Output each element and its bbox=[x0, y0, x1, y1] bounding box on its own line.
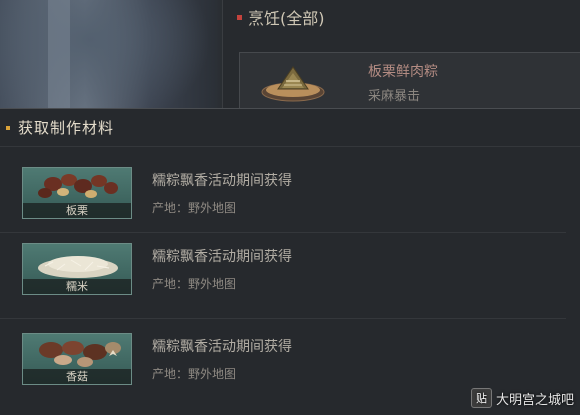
watermark-badge: 贴 bbox=[470, 388, 492, 408]
panel-header: 获取制作材料 bbox=[0, 109, 580, 147]
material-source: 糯粽飘香活动期间获得 bbox=[152, 249, 292, 265]
cooking-panel: 烹饪(全部) 板栗鲜肉粽 采麻暴击 bbox=[222, 0, 580, 110]
bullet-icon bbox=[6, 125, 10, 130]
recipe-subtitle: 采麻暴击 bbox=[368, 89, 421, 104]
glutinous-rice-icon bbox=[38, 256, 118, 278]
material-source: 糯粽飘香活动期间获得 bbox=[152, 173, 292, 189]
material-source: 糯粽飘香活动期间获得 bbox=[152, 339, 292, 355]
material-origin: 产地：野外地图 bbox=[152, 201, 237, 215]
material-name: 香菇 bbox=[23, 369, 131, 384]
cooking-title[interactable]: 烹饪(全部) bbox=[237, 5, 325, 29]
material-row-chestnut[interactable]: 板栗 糯粽飘香活动期间获得 产地：野外地图 bbox=[0, 147, 566, 233]
material-thumbnail[interactable]: 糯米 bbox=[22, 243, 132, 295]
material-name: 糯米 bbox=[23, 279, 131, 294]
recipe-card[interactable]: 板栗鲜肉粽 采麻暴击 bbox=[239, 52, 580, 110]
panel-title: 获取制作材料 bbox=[18, 119, 115, 137]
material-origin: 产地：野外地图 bbox=[152, 277, 237, 291]
watermark-text: 大明宫之城吧 bbox=[495, 392, 574, 408]
chestnut-icon bbox=[38, 174, 118, 198]
watermark: 贴 大明宫之城吧 bbox=[470, 387, 574, 409]
background-pillar bbox=[48, 0, 70, 115]
shiitake-mushroom-icon bbox=[39, 341, 121, 367]
game-screen: 烹饪(全部) 板栗鲜肉粽 采麻暴击 获取制作材料 板栗 糯粽飘香活动期间获得 产… bbox=[0, 0, 580, 415]
material-origin: 产地：野外地图 bbox=[152, 367, 237, 381]
material-acquisition-panel: 获取制作材料 板栗 糯粽飘香活动期间获得 产地：野外地图 糯米 糯粽飘香活动期间… bbox=[0, 108, 580, 415]
bullet-icon bbox=[237, 14, 242, 20]
material-row-rice[interactable]: 糯米 糯粽飘香活动期间获得 产地：野外地图 bbox=[0, 233, 566, 319]
zongzi-dumpling-icon bbox=[261, 66, 325, 102]
cooking-title-label: 烹饪(全部) bbox=[248, 9, 325, 28]
material-thumbnail[interactable]: 香菇 bbox=[22, 333, 132, 385]
material-thumbnail[interactable]: 板栗 bbox=[22, 167, 132, 219]
material-name: 板栗 bbox=[23, 203, 131, 218]
recipe-name: 板栗鲜肉粽 bbox=[368, 64, 438, 80]
